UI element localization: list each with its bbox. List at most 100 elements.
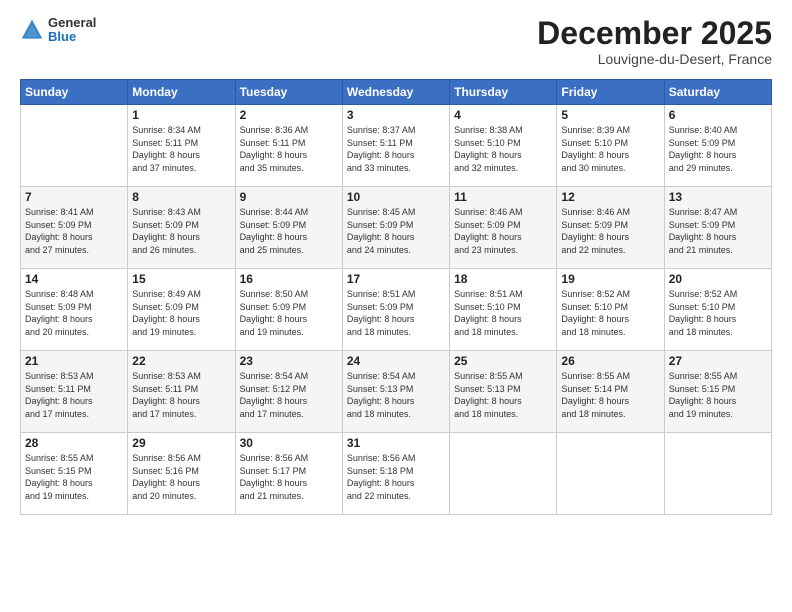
calendar-cell: 20 Sunrise: 8:52 AM Sunset: 5:10 PM Dayli…: [664, 269, 771, 351]
day-info: Sunrise: 8:53 AM Sunset: 5:11 PM Dayligh…: [132, 370, 230, 420]
day-number: 4: [454, 108, 552, 122]
day-info: Sunrise: 8:46 AM Sunset: 5:09 PM Dayligh…: [454, 206, 552, 256]
calendar-cell: 23 Sunrise: 8:54 AM Sunset: 5:12 PM Dayli…: [235, 351, 342, 433]
day-number: 14: [25, 272, 123, 286]
calendar-day-header: Wednesday: [342, 80, 449, 105]
calendar-week-row: 1Sunrise: 8:34 AM Sunset: 5:11 PM Daylig…: [21, 105, 772, 187]
calendar-cell: 3 Sunrise: 8:37 AM Sunset: 5:11 PM Daylig…: [342, 105, 449, 187]
logo: General Blue: [20, 16, 96, 45]
calendar-cell: 6Sunrise: 8:40 AM Sunset: 5:09 PM Daylig…: [664, 105, 771, 187]
calendar-cell: 14 Sunrise: 8:48 AM Sunset: 5:09 PM Dayli…: [21, 269, 128, 351]
logo-line1: General: [48, 16, 96, 30]
calendar-cell: 28 Sunrise: 8:55 AM Sunset: 5:15 PM Dayli…: [21, 433, 128, 515]
calendar-day-header: Friday: [557, 80, 664, 105]
day-number: 3: [347, 108, 445, 122]
calendar-day-header: Saturday: [664, 80, 771, 105]
day-number: 13: [669, 190, 767, 204]
day-info: Sunrise: 8:55 AM Sunset: 5:15 PM Dayligh…: [25, 452, 123, 502]
calendar-cell: [664, 433, 771, 515]
day-number: 19: [561, 272, 659, 286]
calendar-day-header: Sunday: [21, 80, 128, 105]
day-info: Sunrise: 8:54 AM Sunset: 5:13 PM Dayligh…: [347, 370, 445, 420]
day-info: Sunrise: 8:51 AM Sunset: 5:09 PM Dayligh…: [347, 288, 445, 338]
calendar-cell: 22Sunrise: 8:53 AM Sunset: 5:11 PM Dayli…: [128, 351, 235, 433]
day-number: 20: [669, 272, 767, 286]
day-info: Sunrise: 8:45 AM Sunset: 5:09 PM Dayligh…: [347, 206, 445, 256]
month-title: December 2025: [537, 16, 772, 51]
day-number: 6: [669, 108, 767, 122]
day-number: 31: [347, 436, 445, 450]
calendar-day-header: Tuesday: [235, 80, 342, 105]
day-number: 17: [347, 272, 445, 286]
calendar: SundayMondayTuesdayWednesdayThursdayFrid…: [20, 79, 772, 515]
title-block: December 2025 Louvigne-du-Desert, France: [537, 16, 772, 67]
day-info: Sunrise: 8:37 AM Sunset: 5:11 PM Dayligh…: [347, 124, 445, 174]
calendar-cell: 30 Sunrise: 8:56 AM Sunset: 5:17 PM Dayli…: [235, 433, 342, 515]
calendar-header-row: SundayMondayTuesdayWednesdayThursdayFrid…: [21, 80, 772, 105]
day-number: 12: [561, 190, 659, 204]
day-number: 29: [132, 436, 230, 450]
calendar-cell: 18Sunrise: 8:51 AM Sunset: 5:10 PM Dayli…: [450, 269, 557, 351]
day-info: Sunrise: 8:36 AM Sunset: 5:11 PM Dayligh…: [240, 124, 338, 174]
day-number: 28: [25, 436, 123, 450]
day-info: Sunrise: 8:48 AM Sunset: 5:09 PM Dayligh…: [25, 288, 123, 338]
day-number: 24: [347, 354, 445, 368]
calendar-cell: 27 Sunrise: 8:55 AM Sunset: 5:15 PM Dayli…: [664, 351, 771, 433]
day-info: Sunrise: 8:39 AM Sunset: 5:10 PM Dayligh…: [561, 124, 659, 174]
calendar-cell: 2 Sunrise: 8:36 AM Sunset: 5:11 PM Daylig…: [235, 105, 342, 187]
day-info: Sunrise: 8:47 AM Sunset: 5:09 PM Dayligh…: [669, 206, 767, 256]
day-info: Sunrise: 8:56 AM Sunset: 5:17 PM Dayligh…: [240, 452, 338, 502]
day-number: 30: [240, 436, 338, 450]
calendar-cell: [450, 433, 557, 515]
location: Louvigne-du-Desert, France: [537, 51, 772, 67]
calendar-cell: 24 Sunrise: 8:54 AM Sunset: 5:13 PM Dayli…: [342, 351, 449, 433]
calendar-cell: [21, 105, 128, 187]
calendar-cell: 16Sunrise: 8:50 AM Sunset: 5:09 PM Dayli…: [235, 269, 342, 351]
day-number: 7: [25, 190, 123, 204]
calendar-cell: 19 Sunrise: 8:52 AM Sunset: 5:10 PM Dayli…: [557, 269, 664, 351]
day-number: 10: [347, 190, 445, 204]
day-number: 8: [132, 190, 230, 204]
day-info: Sunrise: 8:55 AM Sunset: 5:14 PM Dayligh…: [561, 370, 659, 420]
calendar-cell: 25 Sunrise: 8:55 AM Sunset: 5:13 PM Dayli…: [450, 351, 557, 433]
calendar-cell: 5Sunrise: 8:39 AM Sunset: 5:10 PM Daylig…: [557, 105, 664, 187]
calendar-week-row: 7Sunrise: 8:41 AM Sunset: 5:09 PM Daylig…: [21, 187, 772, 269]
day-number: 16: [240, 272, 338, 286]
calendar-cell: 13 Sunrise: 8:47 AM Sunset: 5:09 PM Dayli…: [664, 187, 771, 269]
calendar-cell: 7Sunrise: 8:41 AM Sunset: 5:09 PM Daylig…: [21, 187, 128, 269]
day-info: Sunrise: 8:52 AM Sunset: 5:10 PM Dayligh…: [561, 288, 659, 338]
calendar-cell: 8Sunrise: 8:43 AM Sunset: 5:09 PM Daylig…: [128, 187, 235, 269]
calendar-cell: 31Sunrise: 8:56 AM Sunset: 5:18 PM Dayli…: [342, 433, 449, 515]
day-info: Sunrise: 8:44 AM Sunset: 5:09 PM Dayligh…: [240, 206, 338, 256]
day-info: Sunrise: 8:55 AM Sunset: 5:15 PM Dayligh…: [669, 370, 767, 420]
calendar-cell: 29Sunrise: 8:56 AM Sunset: 5:16 PM Dayli…: [128, 433, 235, 515]
calendar-cell: 10 Sunrise: 8:45 AM Sunset: 5:09 PM Dayli…: [342, 187, 449, 269]
day-info: Sunrise: 8:49 AM Sunset: 5:09 PM Dayligh…: [132, 288, 230, 338]
day-number: 27: [669, 354, 767, 368]
day-info: Sunrise: 8:52 AM Sunset: 5:10 PM Dayligh…: [669, 288, 767, 338]
day-info: Sunrise: 8:53 AM Sunset: 5:11 PM Dayligh…: [25, 370, 123, 420]
calendar-week-row: 14 Sunrise: 8:48 AM Sunset: 5:09 PM Dayli…: [21, 269, 772, 351]
calendar-week-row: 28 Sunrise: 8:55 AM Sunset: 5:15 PM Dayli…: [21, 433, 772, 515]
day-info: Sunrise: 8:51 AM Sunset: 5:10 PM Dayligh…: [454, 288, 552, 338]
day-number: 2: [240, 108, 338, 122]
calendar-week-row: 21Sunrise: 8:53 AM Sunset: 5:11 PM Dayli…: [21, 351, 772, 433]
day-info: Sunrise: 8:46 AM Sunset: 5:09 PM Dayligh…: [561, 206, 659, 256]
calendar-cell: 12 Sunrise: 8:46 AM Sunset: 5:09 PM Dayli…: [557, 187, 664, 269]
day-info: Sunrise: 8:55 AM Sunset: 5:13 PM Dayligh…: [454, 370, 552, 420]
calendar-day-header: Thursday: [450, 80, 557, 105]
day-info: Sunrise: 8:54 AM Sunset: 5:12 PM Dayligh…: [240, 370, 338, 420]
calendar-cell: 17 Sunrise: 8:51 AM Sunset: 5:09 PM Dayli…: [342, 269, 449, 351]
day-info: Sunrise: 8:38 AM Sunset: 5:10 PM Dayligh…: [454, 124, 552, 174]
day-number: 25: [454, 354, 552, 368]
calendar-cell: [557, 433, 664, 515]
logo-line2: Blue: [48, 30, 96, 44]
calendar-cell: 26Sunrise: 8:55 AM Sunset: 5:14 PM Dayli…: [557, 351, 664, 433]
page: General Blue December 2025 Louvigne-du-D…: [0, 0, 792, 612]
day-number: 11: [454, 190, 552, 204]
calendar-cell: 11 Sunrise: 8:46 AM Sunset: 5:09 PM Dayli…: [450, 187, 557, 269]
calendar-day-header: Monday: [128, 80, 235, 105]
day-info: Sunrise: 8:34 AM Sunset: 5:11 PM Dayligh…: [132, 124, 230, 174]
calendar-cell: 21Sunrise: 8:53 AM Sunset: 5:11 PM Dayli…: [21, 351, 128, 433]
day-number: 23: [240, 354, 338, 368]
